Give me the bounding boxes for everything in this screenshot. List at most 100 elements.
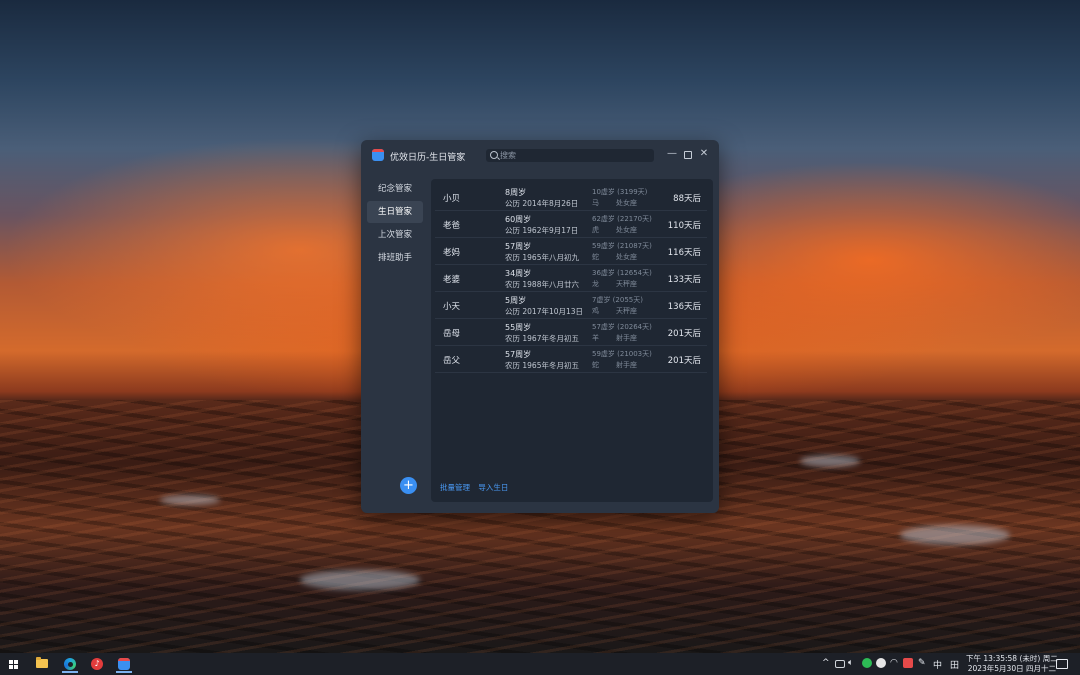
batch-manage-link[interactable]: 批量管理 [440,483,470,492]
notification-icon[interactable] [1056,659,1068,669]
person-age: 8周岁 [505,188,527,197]
search-box[interactable] [486,149,654,162]
search-input[interactable] [500,149,650,162]
person-age: 60周岁 [505,215,532,224]
person-age: 55周岁 [505,323,532,332]
star-sign: 射手座 [616,334,637,342]
taskbar: ♪ ^ 🔈︎ ◠ ✎ 中 田 下午 13:35:58 (未时) 周二 2023年… [0,653,1080,675]
person-name: 小贝 [443,194,461,204]
list-item[interactable]: 岳母 55周岁 农历 1967年冬月初五 57虚岁 (20264天) 羊 射手座… [435,319,707,346]
chinese-zodiac: 蛇 [592,361,599,369]
network-icon[interactable]: ◠ [890,658,898,668]
next-age: 59虚岁 (21003天) [592,350,652,358]
calendar-app-button[interactable] [113,655,135,673]
sidebar-item-anniversary[interactable]: 纪念管家 [367,178,423,200]
minimize-button[interactable]: — [666,148,678,160]
days-until: 133天后 [667,275,701,285]
next-age: 57虚岁 (20264天) [592,323,652,331]
ime-indicator[interactable]: 中 [933,658,942,671]
birthday-list-panel: 小贝 8周岁 公历 2014年8月26日 10虚岁 (3199天) 马 处女座 … [431,179,713,502]
days-until: 110天后 [667,221,701,231]
import-birthday-link[interactable]: 导入生日 [478,483,508,492]
person-age: 34周岁 [505,269,532,278]
wechat-icon[interactable] [862,658,872,668]
chinese-zodiac: 龙 [592,280,599,288]
list-item[interactable]: 小天 5周岁 公历 2017年10月13日 7虚岁 (2055天) 鸡 天秤座 … [435,292,707,319]
add-birthday-button[interactable]: + [400,477,417,494]
chinese-zodiac: 羊 [592,334,599,342]
birth-date: 农历 1965年八月初九 [505,253,579,262]
windows-logo-icon [9,660,18,669]
list-item[interactable]: 岳父 57周岁 农历 1965年冬月初五 59虚岁 (21003天) 蛇 射手座… [435,346,707,373]
search-icon [490,151,498,159]
sidebar: 纪念管家 生日管家 上次管家 排班助手 [367,178,423,270]
chinese-zodiac: 虎 [592,226,599,234]
star-sign: 处女座 [616,226,637,234]
next-age: 36虚岁 (12654天) [592,269,652,277]
tray-expand-icon[interactable]: ^ [822,658,830,668]
start-button[interactable] [3,655,25,673]
netease-music-button[interactable]: ♪ [86,655,108,673]
footer-links: 批量管理 导入生日 [440,482,514,493]
volume-icon[interactable]: 🔈︎ [848,658,853,668]
app-window: 优效日历-生日管家 — ✕ 纪念管家 生日管家 上次管家 排班助手 + 小贝 8… [361,140,719,513]
list-item[interactable]: 小贝 8周岁 公历 2014年8月26日 10虚岁 (3199天) 马 处女座 … [435,184,707,211]
window-title: 优效日历-生日管家 [390,153,466,163]
maximize-button[interactable] [682,148,694,160]
person-name: 老妈 [443,248,461,258]
file-explorer-button[interactable] [31,655,53,673]
next-age: 62虚岁 (22170天) [592,215,652,223]
star-sign: 处女座 [616,253,637,261]
next-age: 7虚岁 (2055天) [592,296,643,304]
next-age: 59虚岁 (21087天) [592,242,652,250]
edge-icon [64,658,76,670]
sidebar-item-shift[interactable]: 排班助手 [367,247,423,269]
days-until: 136天后 [667,302,701,312]
next-age: 10虚岁 (3199天) [592,188,648,196]
birth-date: 公历 2014年8月26日 [505,199,579,208]
qq-icon[interactable] [876,658,886,668]
chinese-zodiac: 鸡 [592,307,599,315]
birth-date: 农历 1967年冬月初五 [505,334,579,343]
calendar-tray-icon[interactable] [903,658,913,668]
star-sign: 处女座 [616,199,637,207]
calendar-icon [118,658,130,670]
person-name: 小天 [443,302,461,312]
folder-icon [36,657,48,668]
clock-date: 2023年5月30日 四月十二 [967,664,1056,673]
keyboard-grid-icon[interactable]: 田 [950,658,959,671]
birth-date: 农历 1988年八月廿六 [505,280,579,289]
edge-browser-button[interactable] [59,655,81,673]
list-item[interactable]: 老爸 60周岁 公历 1962年9月17日 62虚岁 (22170天) 虎 处女… [435,211,707,238]
star-sign: 天秤座 [616,280,637,288]
music-icon: ♪ [91,658,103,670]
system-clock[interactable]: 下午 13:35:58 (未时) 周二 2023年5月30日 四月十二 [966,654,1058,674]
days-until: 201天后 [667,329,701,339]
days-until: 88天后 [673,194,701,204]
list-item[interactable]: 老婆 34周岁 农历 1988年八月廿六 36虚岁 (12654天) 龙 天秤座… [435,265,707,292]
list-item[interactable]: 老妈 57周岁 农历 1965年八月初九 59虚岁 (21087天) 蛇 处女座… [435,238,707,265]
person-age: 57周岁 [505,350,532,359]
person-name: 老爸 [443,221,461,231]
birth-date: 农历 1965年冬月初五 [505,361,579,370]
close-button[interactable]: ✕ [698,148,710,160]
person-age: 5周岁 [505,296,527,305]
pen-icon[interactable]: ✎ [918,658,926,668]
days-until: 201天后 [667,356,701,366]
battery-icon[interactable] [835,660,845,668]
person-name: 老婆 [443,275,461,285]
days-until: 116天后 [667,248,701,258]
chinese-zodiac: 马 [592,199,599,207]
birth-date: 公历 2017年10月13日 [505,307,584,316]
chinese-zodiac: 蛇 [592,253,599,261]
calendar-app-icon [372,149,384,161]
person-age: 57周岁 [505,242,532,251]
star-sign: 射手座 [616,361,637,369]
sidebar-item-birthday[interactable]: 生日管家 [367,201,423,223]
clock-time: 下午 13:35:58 (未时) 周二 [966,654,1058,663]
person-name: 岳父 [443,356,461,366]
person-name: 岳母 [443,329,461,339]
title-bar[interactable]: 优效日历-生日管家 — ✕ [361,140,719,170]
star-sign: 天秤座 [616,307,637,315]
sidebar-item-last-time[interactable]: 上次管家 [367,224,423,246]
